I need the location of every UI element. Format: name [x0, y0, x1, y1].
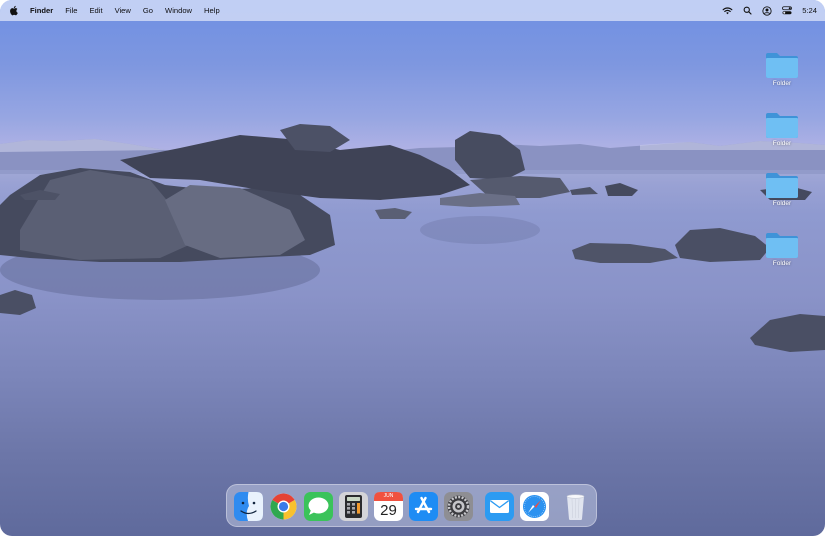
dock-mail[interactable]: [485, 492, 514, 521]
folder-label: Folder: [772, 140, 792, 147]
menu-bar-clock[interactable]: 5:24: [802, 6, 817, 15]
rock-formation: [0, 124, 825, 352]
menu-bar: Finder File Edit View Go Window Help 5:2…: [0, 0, 825, 21]
menu-go[interactable]: Go: [143, 6, 153, 15]
safari-icon: [520, 492, 549, 521]
control-center-icon[interactable]: [782, 6, 793, 15]
messages-icon: [304, 492, 333, 521]
mail-icon: [485, 492, 514, 521]
folder-label: Folder: [772, 80, 792, 87]
desktop-folder[interactable]: Folder: [760, 172, 804, 207]
app-store-icon: [409, 492, 438, 521]
desktop-folder[interactable]: Folder: [760, 232, 804, 267]
desktop-folder[interactable]: Folder: [760, 52, 804, 87]
trash-icon: [566, 494, 585, 520]
user-account-icon[interactable]: [762, 5, 772, 16]
apple-icon[interactable]: [9, 5, 19, 16]
dock-calculator[interactable]: [339, 492, 368, 521]
dock-safari[interactable]: [520, 492, 549, 521]
folder-label: Folder: [772, 200, 792, 207]
menu-finder[interactable]: Finder: [30, 6, 53, 15]
search-icon[interactable]: [743, 6, 752, 15]
folder-icon: [766, 173, 798, 198]
settings-icon: [444, 492, 473, 521]
folder-icon: [766, 233, 798, 258]
wifi-icon[interactable]: [722, 6, 733, 15]
menu-view[interactable]: View: [115, 6, 131, 15]
dock-app-store[interactable]: [409, 492, 438, 521]
dock-messages[interactable]: [304, 492, 333, 521]
dock: JUN 29: [226, 484, 597, 527]
menu-file[interactable]: File: [65, 6, 77, 15]
menu-help[interactable]: Help: [204, 6, 220, 15]
folder-icon: [766, 113, 798, 138]
calendar-day: 29: [380, 502, 397, 519]
folder-icon: [766, 53, 798, 78]
dock-finder[interactable]: [234, 492, 263, 521]
dock-calendar[interactable]: JUN 29: [374, 492, 403, 521]
calculator-icon: [339, 492, 368, 521]
chrome-icon: [270, 493, 297, 520]
dock-trash[interactable]: [561, 492, 590, 521]
finder-icon: [234, 492, 263, 521]
menu-edit[interactable]: Edit: [89, 6, 102, 15]
dock-system-settings[interactable]: [444, 492, 473, 521]
dock-chrome[interactable]: [269, 492, 298, 521]
desktop-folder[interactable]: Folder: [760, 112, 804, 147]
desktop: Finder File Edit View Go Window Help 5:2…: [0, 0, 825, 536]
folder-label: Folder: [772, 260, 792, 267]
menu-window[interactable]: Window: [165, 6, 192, 15]
